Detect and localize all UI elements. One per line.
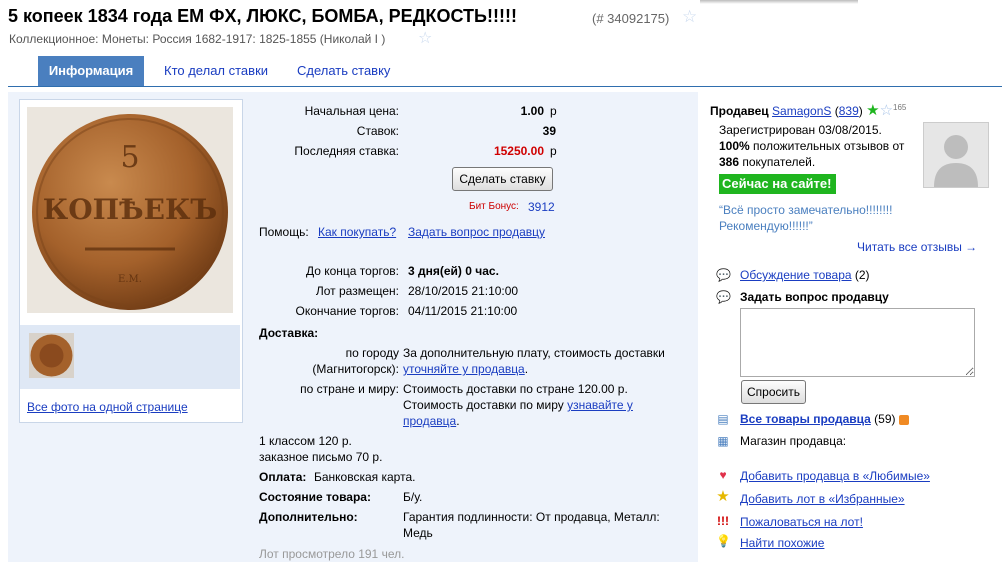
rss-icon[interactable] [898, 414, 909, 425]
tab-bidders[interactable]: Кто делал ставки [164, 56, 268, 86]
placed-label: Лот размещен: [315, 284, 399, 298]
lot-number: (# 34092175) [592, 11, 670, 26]
time-left-label: До конца торгов: [305, 264, 399, 278]
discussion-count: (2) [854, 268, 870, 282]
delivery-city-name: (Магнитогорск): [312, 362, 399, 376]
payment-label: Оплата: [259, 470, 307, 484]
currency: р [550, 104, 557, 118]
window-shadow [700, 0, 858, 4]
blue-star-icon: ☆ [879, 102, 894, 119]
bit-bonus-label: Бит Бонус: [469, 201, 519, 212]
delivery-heading: Доставка: [259, 326, 319, 340]
delivery-city-text: За дополнительную плату, стоимость доста… [403, 346, 665, 360]
time-left-value: 3 дня(ей) 0 час. [408, 264, 499, 278]
additional-value-2: Медь [403, 526, 433, 540]
breadcrumb: Коллекционное: Монеты: Россия 1682-1917:… [9, 32, 386, 46]
avatar-placeholder-icon [924, 123, 988, 187]
seller-avatar[interactable] [923, 122, 989, 188]
last-bid-value: 15250.00 [493, 144, 544, 158]
delivery-extra-1: 1 классом 120 р. [259, 434, 352, 448]
period: . [456, 414, 460, 428]
tab-information[interactable]: Информация [38, 56, 144, 86]
online-status-badge: Сейчас на сайте! [719, 174, 836, 194]
svg-text:Е.М.: Е.М. [118, 274, 142, 285]
seller-shop-label: Магазин продавца: [740, 434, 847, 448]
clarify-with-seller-link[interactable]: уточняйте у продавца [403, 362, 525, 376]
registered-date: Зарегистрирован 03/08/2015. [719, 123, 882, 137]
condition-value: Б/у. [403, 490, 423, 504]
start-price-label: Начальная цена: [304, 104, 399, 118]
green-star-icon: ★ [866, 102, 880, 119]
delivery-city-label: по городу [345, 346, 399, 360]
delivery-country-label: по стране и миру: [300, 382, 399, 396]
last-bid-label: Последняя ставка: [294, 144, 399, 158]
category-star-icon[interactable]: ☆ [418, 28, 432, 48]
end-label: Окончание торгов: [295, 304, 400, 318]
add-favorite-seller-link[interactable]: Добавить продавца в «Любимые» [740, 469, 930, 483]
page-title: 5 копеек 1834 года ЕМ ФХ, ЛЮКС, БОМБА, Р… [8, 6, 517, 26]
ask-button[interactable]: Спросить [741, 380, 806, 404]
discussion-icon: 💬 [716, 268, 731, 282]
buyers-count: 386 [719, 155, 740, 169]
bids-label: Ставок: [356, 124, 399, 138]
additional-label: Дополнительно: [259, 510, 358, 524]
bit-bonus-value: 3912 [528, 200, 555, 214]
svg-text:5: 5 [120, 140, 139, 175]
review-line-2: Рекомендую!!!!!!” [719, 219, 813, 233]
how-to-buy-link[interactable]: Как покупать? [318, 225, 396, 239]
main-coin-image[interactable]: 5 КОПѢЕКЪ Е.М. [27, 107, 233, 313]
find-out-link[interactable]: узнавайте у [567, 398, 633, 412]
period: . [524, 362, 529, 376]
all-seller-items-link[interactable]: Все товары продавца [740, 412, 871, 426]
report-lot-link[interactable]: Пожаловаться на лот! [740, 515, 863, 529]
discussion-link[interactable]: Обсуждение товара [740, 268, 852, 282]
ask-seller-link[interactable]: Задать вопрос продавцу [408, 225, 545, 239]
coin-picture: 5 КОПѢЕКЪ Е.М. [27, 107, 233, 313]
views-count: Лот просмотрело 191 чел. [259, 547, 405, 561]
find-out-link-seller[interactable]: продавца [403, 414, 456, 428]
delivery-country-text: Стоимость доставки по стране 120.00 р. [403, 382, 628, 396]
buyers-text: покупателей. [742, 155, 816, 169]
start-price-value: 1.00 [520, 104, 544, 118]
seller-rating-link[interactable]: 839 [839, 104, 859, 118]
bids-count: 39 [542, 124, 556, 138]
tab-divider [8, 86, 1002, 87]
ask-question-heading: Задать вопрос продавцу [740, 290, 889, 304]
payment-value: Банковская карта. [314, 470, 416, 484]
seller-name-link[interactable]: SamagonS [772, 104, 831, 118]
document-icon: ▤ [717, 412, 729, 426]
delivery-extra-2: заказное письмо 70 р. [259, 450, 383, 464]
question-icon: 💬 [716, 290, 731, 304]
rating-close-paren: ) [858, 104, 863, 118]
read-all-reviews-link[interactable]: Читать все отзывы → [857, 240, 977, 254]
placed-value: 28/10/2015 21:10:00 [408, 284, 519, 298]
positive-percent: 100% [719, 139, 750, 153]
star-count: 165 [893, 103, 907, 112]
end-value: 04/11/2015 21:10:00 [408, 304, 518, 318]
star-icon: ★ [716, 488, 730, 505]
shop-icon: ▦ [717, 434, 729, 448]
tab-make-bid[interactable]: Сделать ставку [297, 56, 390, 86]
all-photos-link[interactable]: Все фото на одной странице [27, 400, 188, 414]
additional-value-1: Гарантия подлинности: От продавца, Метал… [403, 510, 660, 524]
svg-text:КОПѢЕКЪ: КОПѢЕКЪ [43, 193, 218, 226]
all-items-count: (59) [874, 412, 896, 426]
coin-thumbnail[interactable] [29, 333, 74, 378]
find-similar-link[interactable]: Найти похожие [740, 536, 824, 550]
delivery-world-text: Стоимость доставки по миру [403, 398, 564, 412]
favorite-star-icon[interactable]: ☆ [682, 7, 697, 27]
condition-label: Состояние товара: [259, 490, 371, 504]
review-line-1: “Всё просто замечательно!!!!!!!! [719, 203, 893, 217]
help-label: Помощь: [259, 225, 309, 239]
heart-icon: ♥ [719, 468, 727, 482]
add-lot-favorites-link[interactable]: Добавить лот в «Избранные» [740, 492, 905, 506]
seller-label: Продавец [710, 104, 769, 118]
lightbulb-icon: 💡 [716, 534, 731, 548]
make-bid-button[interactable]: Сделать ставку [452, 167, 553, 191]
currency: р [550, 144, 557, 158]
question-textarea[interactable] [740, 308, 975, 377]
positive-text: положительных отзывов от [753, 139, 905, 153]
coin-thumbnail-picture [29, 333, 74, 378]
alert-icon: !!! [717, 514, 729, 528]
